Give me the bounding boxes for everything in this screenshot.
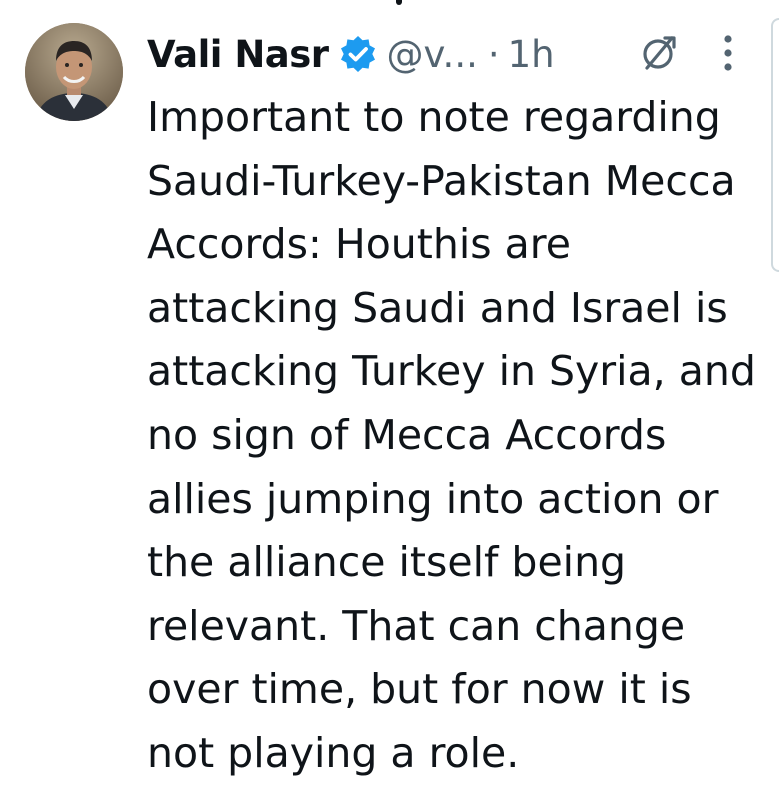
previous-content-fragment <box>396 0 402 5</box>
avatar[interactable] <box>25 23 123 121</box>
tweet-header: Vali Nasr @v... · 1h <box>147 24 555 84</box>
tweet-text: Important to note regarding Saudi-Turkey… <box>147 93 756 777</box>
avatar-image <box>25 23 123 121</box>
adjacent-card-edge <box>771 18 779 272</box>
separator-dot: · <box>487 32 500 76</box>
verified-badge-icon[interactable] <box>338 34 378 74</box>
author-handle[interactable]: @v... <box>387 33 478 76</box>
grok-icon[interactable] <box>639 33 679 73</box>
timestamp[interactable]: 1h <box>508 33 555 76</box>
author-name[interactable]: Vali Nasr <box>147 33 329 76</box>
more-vertical-icon[interactable] <box>721 32 735 74</box>
